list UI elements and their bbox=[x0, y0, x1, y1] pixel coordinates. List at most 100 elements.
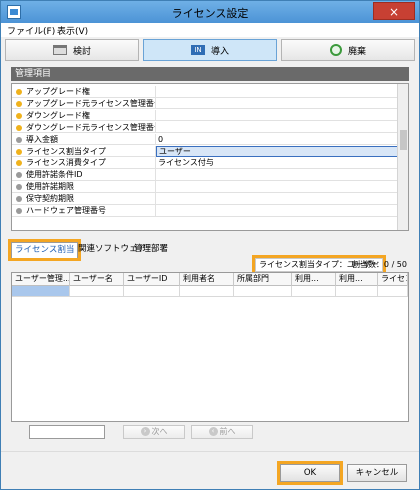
status-dot-icon bbox=[16, 136, 22, 143]
table-cell[interactable] bbox=[234, 286, 292, 297]
title-bar: ライセンス設定 × bbox=[1, 1, 419, 23]
column-header[interactable]: 利用者名 bbox=[180, 273, 234, 286]
property-name: ダウングレード元ライセンス管理番号 bbox=[26, 121, 156, 133]
table-header: ユーザー管理... ユーザー名 ユーザーID 利用者名 所属部門 利用... 利用... ライ… bbox=[12, 273, 408, 286]
column-header[interactable]: 利用... bbox=[292, 273, 336, 286]
table-cell[interactable] bbox=[378, 286, 408, 297]
property-name: ハードウェア管理番号 bbox=[26, 205, 156, 216]
menu-file[interactable]: ファイル(F) bbox=[7, 24, 55, 37]
next-label: 次へ bbox=[151, 427, 168, 436]
status-dot-icon bbox=[16, 148, 22, 155]
property-value[interactable] bbox=[156, 181, 398, 192]
pager-input[interactable] bbox=[29, 425, 105, 439]
import-button-label: 導入 bbox=[210, 46, 229, 57]
property-value[interactable] bbox=[156, 205, 398, 216]
property-row[interactable]: ライセンス割当タイプ ユーザー bbox=[12, 145, 398, 157]
menu-view[interactable]: 表示(V) bbox=[57, 24, 88, 37]
property-name: アップグレード元ライセンス管理番号 bbox=[26, 97, 156, 109]
status-dot-icon bbox=[16, 172, 22, 179]
column-header[interactable]: ライセンス... bbox=[378, 273, 408, 286]
close-button[interactable]: × bbox=[373, 2, 415, 20]
status-dot-icon bbox=[16, 112, 22, 119]
assignment-table: ユーザー管理... ユーザー名 ユーザーID 利用者名 所属部門 利用... 利用... ライ… bbox=[11, 272, 409, 422]
cart-icon bbox=[52, 45, 67, 55]
status-dot-icon bbox=[16, 160, 22, 167]
property-row[interactable]: 使用許諾条件ID bbox=[12, 169, 398, 181]
property-value[interactable] bbox=[156, 193, 398, 204]
column-header[interactable]: ユーザー名 bbox=[70, 273, 124, 286]
status-dot-icon bbox=[16, 184, 22, 191]
property-row[interactable]: アップグレード元ライセンス管理番号 bbox=[12, 97, 398, 110]
toolbar: 検討 IN 導入 廃棄 bbox=[5, 39, 415, 61]
tab-license-assign[interactable]: ライセンス割当 bbox=[7, 239, 82, 261]
license-settings-window: ライセンス設定 × ファイル(F) 表示(V) 検討 IN 導入 廃棄 管理項目… bbox=[0, 0, 420, 490]
property-grid: アップグレード権 アップグレード元ライセンス管理番号 ダウングレード権 ダウングレード… bbox=[11, 83, 409, 231]
property-value[interactable] bbox=[156, 98, 398, 109]
table-row[interactable] bbox=[12, 286, 408, 297]
import-button[interactable]: IN 導入 bbox=[143, 39, 277, 61]
dialog-footer: OK キャンセル bbox=[1, 451, 419, 489]
scrollbar-thumb[interactable] bbox=[400, 130, 407, 150]
table-cell[interactable] bbox=[70, 286, 124, 297]
property-row[interactable]: アップグレード権 bbox=[12, 86, 398, 98]
assign-count: 割当数：0 / 50 bbox=[351, 260, 407, 269]
property-value[interactable] bbox=[156, 86, 398, 97]
property-row[interactable]: ダウングレード元ライセンス管理番号 bbox=[12, 121, 398, 134]
table-cell[interactable] bbox=[292, 286, 336, 297]
tab-strip: ライセンス割当 関連ソフトウェア 管理部署 bbox=[7, 239, 409, 261]
column-header[interactable]: ユーザー管理... bbox=[12, 273, 70, 286]
property-name: ライセンス消費タイプ bbox=[26, 157, 156, 169]
table-cell[interactable] bbox=[124, 286, 180, 297]
property-row[interactable]: 使用許諾期限 bbox=[12, 181, 398, 193]
check-button[interactable]: 検討 bbox=[5, 39, 139, 61]
property-row[interactable]: 導入金額 0 bbox=[12, 133, 398, 146]
menu-bar: ファイル(F) 表示(V) bbox=[1, 23, 419, 37]
property-row[interactable]: ダウングレード権 bbox=[12, 109, 398, 122]
property-name: アップグレード権 bbox=[26, 86, 156, 97]
cancel-button[interactable]: キャンセル bbox=[347, 464, 407, 482]
property-row[interactable]: ハードウェア管理番号 bbox=[12, 205, 398, 217]
discard-button[interactable]: 廃棄 bbox=[281, 39, 415, 61]
column-header[interactable]: 利用... bbox=[336, 273, 378, 286]
property-value[interactable] bbox=[156, 169, 398, 180]
prev-button[interactable]: ‹ 前へ bbox=[191, 425, 253, 439]
table-cell[interactable] bbox=[180, 286, 234, 297]
pager: › 次へ ‹ 前へ bbox=[29, 425, 409, 441]
discard-icon bbox=[329, 44, 342, 56]
property-name: ダウングレード権 bbox=[26, 109, 156, 121]
check-button-label: 検討 bbox=[72, 46, 91, 57]
status-dot-icon bbox=[16, 89, 22, 95]
status-dot-icon bbox=[16, 208, 22, 214]
property-row[interactable]: ライセンス消費タイプ ライセンス付与 bbox=[12, 157, 398, 169]
property-name: ライセンス割当タイプ bbox=[26, 145, 156, 157]
property-value[interactable]: ユーザー bbox=[156, 145, 398, 157]
property-value[interactable] bbox=[156, 122, 398, 133]
prev-label: 前へ bbox=[219, 427, 236, 436]
assign-info: ライセンス割当タイプ：ユーザー 割当数：0 / 50 bbox=[11, 255, 409, 275]
next-arrow-icon: › bbox=[140, 427, 150, 436]
property-name: 保守契約期限 bbox=[26, 193, 156, 205]
ok-button[interactable]: OK bbox=[277, 461, 343, 485]
column-header[interactable]: 所属部門 bbox=[234, 273, 292, 286]
next-button[interactable]: › 次へ bbox=[123, 425, 185, 439]
property-row[interactable]: 保守契約期限 bbox=[12, 193, 398, 205]
property-value[interactable]: 0 bbox=[156, 134, 398, 145]
status-dot-icon bbox=[16, 100, 22, 107]
import-icon: IN bbox=[190, 45, 205, 55]
status-dot-icon bbox=[16, 124, 22, 131]
property-name: 使用許諾期限 bbox=[26, 181, 156, 193]
tab-managing-dept[interactable]: 管理部署 bbox=[131, 242, 171, 258]
prev-arrow-icon: ‹ bbox=[208, 427, 218, 436]
discard-button-label: 廃棄 bbox=[347, 46, 366, 57]
table-cell[interactable] bbox=[12, 286, 70, 297]
section-header: 管理項目 bbox=[11, 67, 409, 81]
table-cell[interactable] bbox=[336, 286, 378, 297]
property-scrollbar[interactable] bbox=[397, 84, 408, 230]
window-title: ライセンス設定 bbox=[171, 7, 249, 20]
status-dot-icon bbox=[16, 196, 22, 203]
property-value[interactable]: ライセンス付与 bbox=[156, 157, 398, 168]
property-value[interactable] bbox=[156, 110, 398, 121]
property-name: 使用許諾条件ID bbox=[26, 169, 156, 181]
property-name: 導入金額 bbox=[26, 133, 156, 145]
column-header[interactable]: ユーザーID bbox=[124, 273, 180, 286]
